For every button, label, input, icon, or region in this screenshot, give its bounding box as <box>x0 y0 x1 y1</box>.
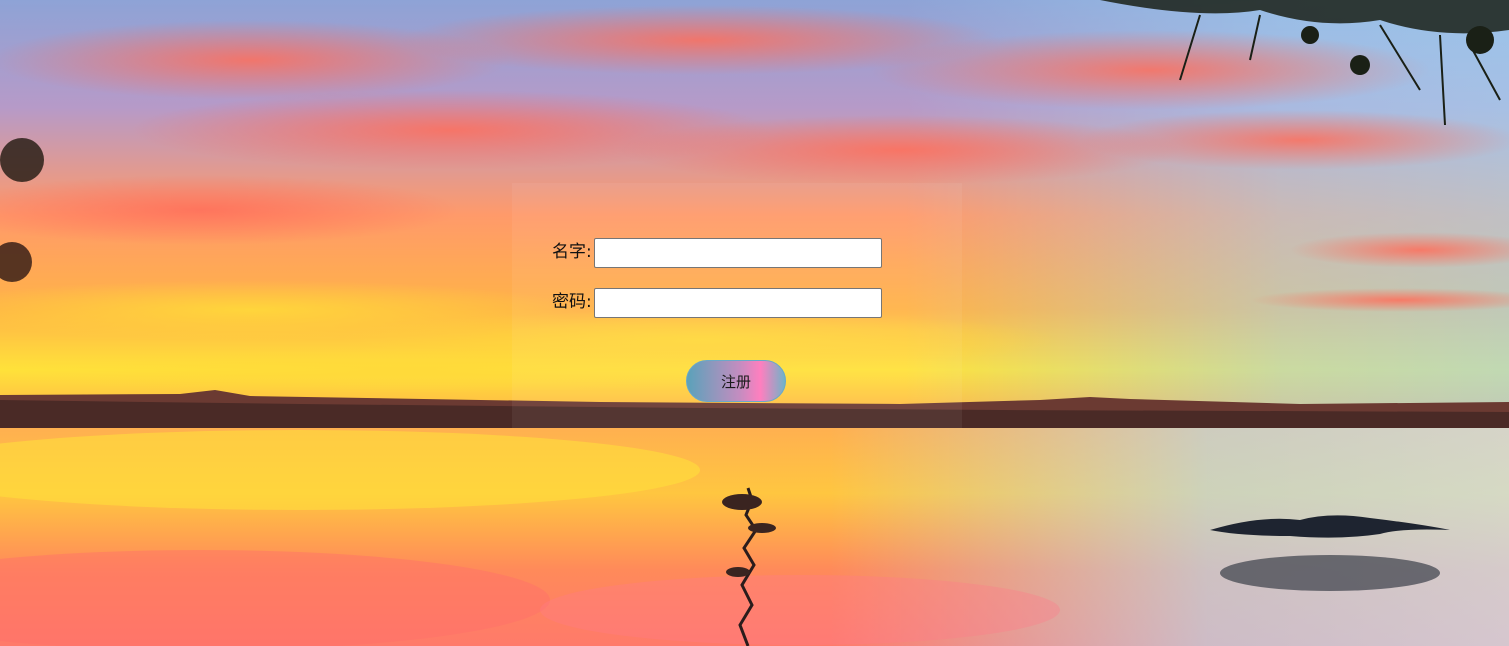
password-field-row: 密码: <box>552 285 882 320</box>
name-field-row: 名字: <box>552 235 882 270</box>
name-label: 名字: <box>552 242 592 262</box>
register-form-panel: 名字: 密码: 注册 <box>512 183 962 428</box>
password-input[interactable] <box>593 287 882 318</box>
name-input[interactable] <box>593 237 882 268</box>
register-button[interactable]: 注册 <box>686 360 786 402</box>
password-label: 密码: <box>552 292 592 312</box>
